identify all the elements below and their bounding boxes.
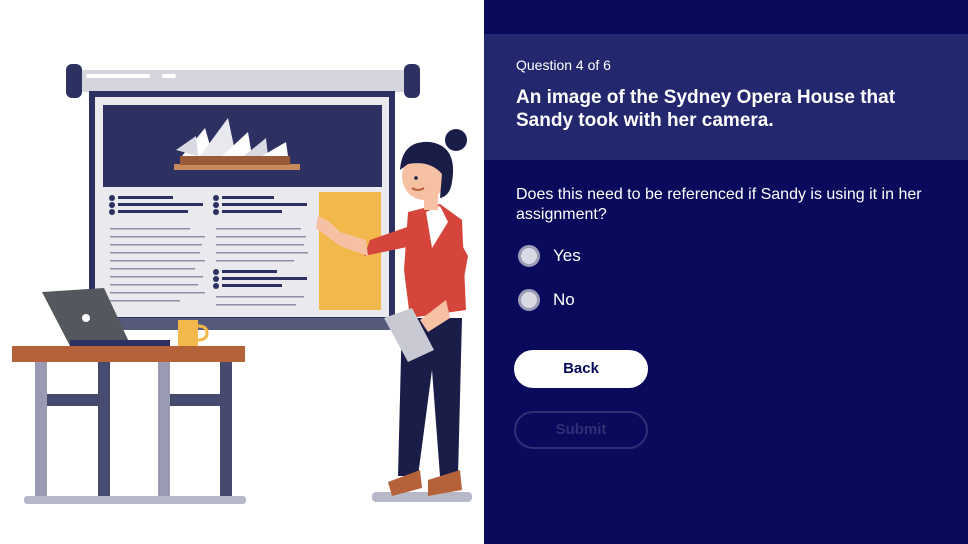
back-button[interactable]: Back (514, 350, 648, 388)
quiz-panel: Question 4 of 6 An image of the Sydney O… (484, 0, 968, 544)
question-title: An image of the Sydney Opera House that … (516, 87, 896, 131)
option-no[interactable]: No (518, 289, 575, 311)
option-label: Yes (553, 246, 581, 265)
illustration-panel (0, 0, 484, 544)
radio-no[interactable] (518, 289, 540, 311)
question-header: Question 4 of 6 An image of the Sydney O… (484, 34, 968, 160)
radio-yes[interactable] (518, 245, 540, 267)
desk (12, 346, 246, 504)
question-prompt: Does this need to be referenced if Sandy… (516, 186, 922, 223)
option-yes[interactable]: Yes (518, 245, 581, 267)
presentation-illustration (12, 64, 472, 504)
question-counter: Question 4 of 6 (516, 57, 611, 73)
submit-button[interactable]: Submit (514, 411, 648, 449)
option-label: No (553, 290, 575, 309)
